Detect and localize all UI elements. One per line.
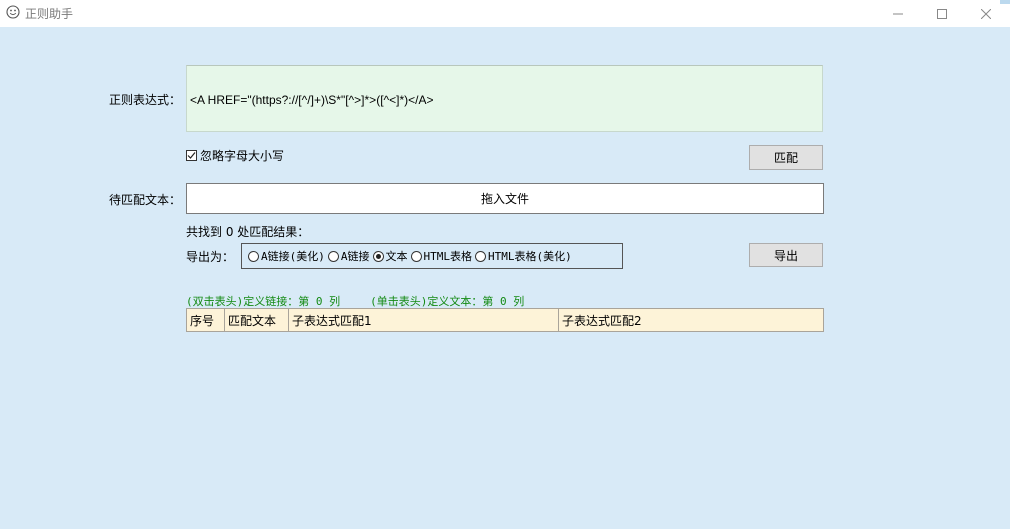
radio-html-table-pretty[interactable]: HTML表格(美化) (475, 248, 572, 264)
column-hints: (双击表头)定义链接：第 0 列 (单击表头)定义文本：第 0 列 (186, 293, 554, 309)
export-button[interactable]: 导出 (749, 243, 823, 267)
column-header-index[interactable]: 序号 (187, 309, 225, 331)
column-header-group-2[interactable]: 子表达式匹配2 (559, 309, 823, 331)
close-icon (981, 8, 991, 19)
minimize-icon (893, 13, 903, 14)
radio-button[interactable] (327, 250, 339, 262)
radio-html-table[interactable]: HTML表格 (410, 248, 472, 264)
column-header-group-1[interactable]: 子表达式匹配1 (289, 309, 559, 331)
regex-label: 正则表达式： (109, 93, 182, 107)
regex-input[interactable]: <A HREF="(https?://[^/]+)\S*"[^>]*>([^<]… (186, 65, 823, 132)
radio-button[interactable] (475, 250, 486, 262)
radio-a-link[interactable]: A链接 (327, 248, 370, 264)
text-column-hint: (单击表头)定义文本：第 0 列 (370, 295, 525, 308)
drop-text: 拖入文件 (480, 192, 529, 206)
radio-button-selected[interactable] (372, 250, 384, 262)
ignore-case-label: 忽略字母大小写 (200, 149, 285, 163)
result-summary: 共找到 0 处匹配结果： (186, 225, 310, 239)
checkbox-box[interactable] (186, 150, 197, 161)
export-label: 导出为： (186, 250, 235, 264)
radio-a-link-pretty[interactable]: A链接(美化) (248, 248, 325, 264)
radio-text[interactable]: 文本 (372, 248, 408, 264)
link-column-hint: (双击表头)定义链接：第 0 列 (186, 295, 341, 308)
column-header-match-text[interactable]: 匹配文本 (225, 309, 289, 331)
close-button[interactable] (964, 0, 1008, 27)
maximize-icon (937, 8, 947, 19)
smiley-icon (6, 5, 20, 19)
radio-button[interactable] (248, 250, 259, 262)
checkmark-icon (187, 152, 196, 159)
title-bar: 正则助手 (0, 0, 1010, 27)
export-format-group: A链接(美化) A链接 文本 HTML表格 HTML表格(美化) (241, 243, 623, 269)
minimize-button[interactable] (876, 0, 920, 27)
window-title: 正则助手 (25, 7, 74, 21)
file-drop-area[interactable]: 拖入文件 (186, 183, 824, 214)
window-accent (1000, 0, 1010, 4)
source-label: 待匹配文本： (109, 193, 182, 207)
radio-button[interactable] (410, 250, 422, 262)
ignore-case-checkbox[interactable]: 忽略字母大小写 (186, 147, 284, 164)
maximize-button[interactable] (920, 0, 964, 27)
results-table-header: 序号 匹配文本 子表达式匹配1 子表达式匹配2 (186, 308, 824, 332)
client-area: 正则表达式： <A HREF="(https?://[^/]+)\S*"[^>]… (0, 27, 1010, 529)
match-button[interactable]: 匹配 (749, 145, 823, 170)
